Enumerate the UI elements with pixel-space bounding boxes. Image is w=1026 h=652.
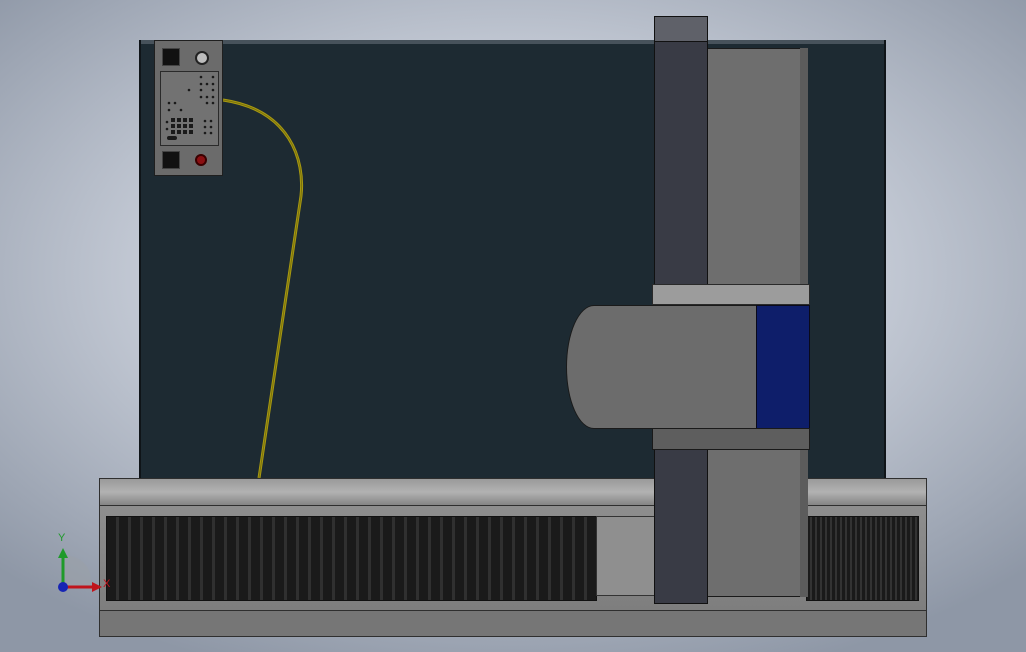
- bellows-cover-left: [106, 516, 597, 601]
- control-pendant[interactable]: [154, 40, 223, 176]
- keypad-buttons-icon: [165, 75, 215, 140]
- graphics-viewport[interactable]: Y X: [0, 0, 1026, 652]
- pendant-square-button-top[interactable]: [162, 48, 180, 66]
- control-cable: [222, 98, 304, 479]
- spindle-carriage-top: [652, 284, 810, 305]
- pendant-keypad[interactable]: [160, 71, 219, 146]
- coordinate-axes-icon: Y X: [50, 530, 110, 600]
- rotary-knob-icon[interactable]: [195, 51, 209, 65]
- y-axis-rail-cap: [654, 16, 708, 42]
- pendant-square-button-bottom[interactable]: [162, 151, 180, 169]
- emergency-stop-icon[interactable]: [195, 154, 207, 166]
- bellows-cover-right: [806, 516, 919, 601]
- spindle-carriage-bottom: [652, 428, 810, 450]
- spindle-motor-band: [756, 305, 810, 429]
- spindle-head: [566, 305, 758, 429]
- base-foot: [99, 610, 927, 637]
- axis-y-label: Y: [58, 532, 66, 544]
- axis-x-label: X: [103, 578, 111, 590]
